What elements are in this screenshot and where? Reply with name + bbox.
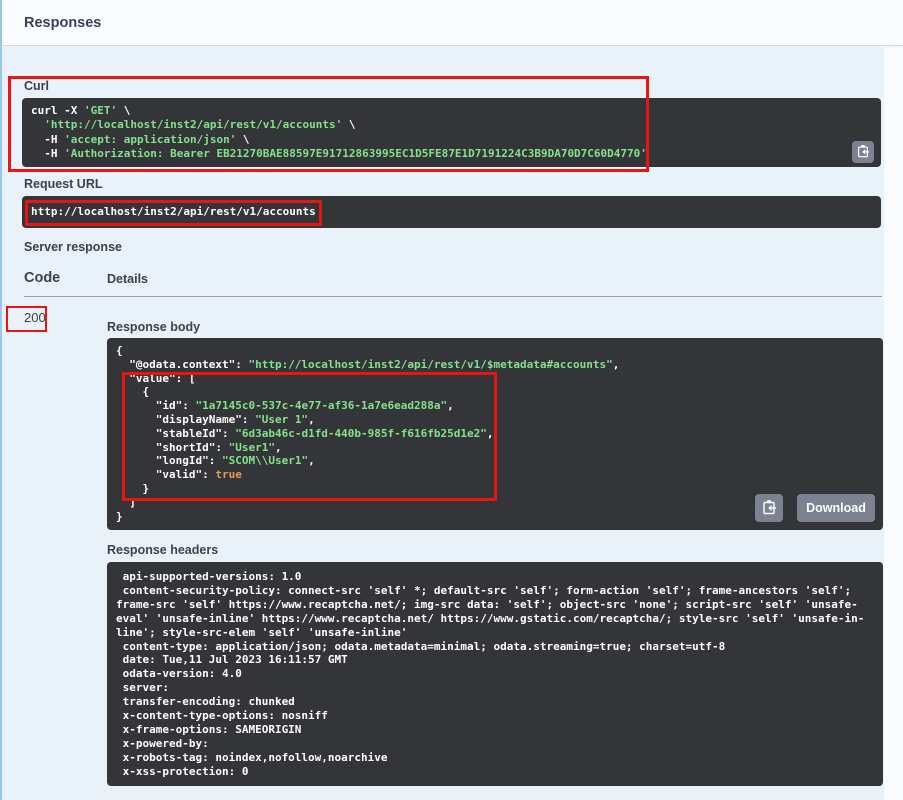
status-code-value: 200 (24, 310, 46, 325)
server-response-label: Server response (24, 240, 122, 254)
curl-label: Curl (24, 79, 49, 93)
response-headers-block: api-supported-versions: 1.0 content-secu… (107, 562, 883, 786)
curl-command-block: curl -X 'GET' \ 'http://localhost/inst2/… (22, 98, 881, 167)
request-url-block: http://localhost/inst2/api/rest/v1/accou… (22, 196, 881, 228)
clipboard-copy-icon (761, 499, 777, 518)
responses-section-header: Responses (2, 0, 903, 46)
clipboard-copy-icon (856, 144, 870, 161)
request-url-value: http://localhost/inst2/api/rest/v1/accou… (31, 205, 316, 218)
curl-command-code: curl -X 'GET' \ 'http://localhost/inst2/… (31, 104, 872, 161)
response-body-label: Response body (107, 320, 200, 334)
code-column-header: Code (24, 270, 60, 286)
copy-response-button[interactable] (755, 494, 783, 522)
response-table-divider (24, 296, 882, 297)
response-body-block: { "@odata.context": "http://localhost/in… (107, 338, 883, 530)
copy-curl-button[interactable] (852, 141, 874, 163)
request-url-label: Request URL (24, 177, 102, 191)
response-headers-label: Response headers (107, 543, 218, 557)
responses-panel: Curl curl -X 'GET' \ 'http://localhost/i… (2, 47, 884, 800)
download-button[interactable]: Download (797, 494, 875, 522)
responses-title: Responses (24, 0, 101, 46)
details-column-header: Details (107, 272, 148, 286)
